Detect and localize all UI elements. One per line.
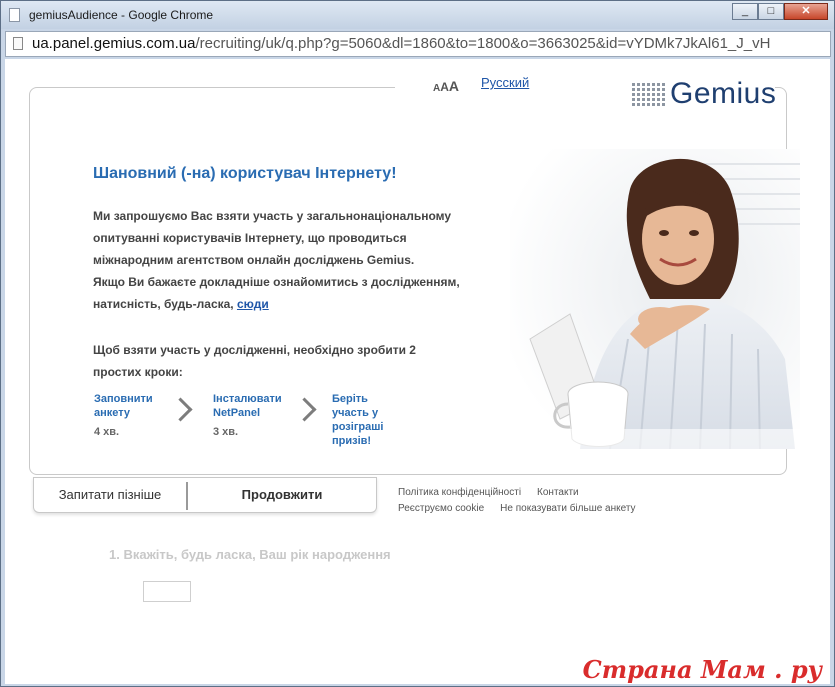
step-title: NetPanel xyxy=(213,407,261,419)
step-title: анкету xyxy=(94,407,131,419)
steps-intro-text: Щоб взяти участь у дослідженні, необхідн… xyxy=(93,339,423,383)
step-prize-draw: Беріть участь у розіграші призів! xyxy=(332,392,383,448)
step-title: Заповнити xyxy=(94,393,153,405)
logo-text: Gemius xyxy=(670,77,777,110)
intro-line: Якщо Ви бажаєте докладніше ознайомитись … xyxy=(93,275,460,289)
site-watermark: Страна Мам . ру xyxy=(582,655,822,684)
contacts-link[interactable]: Контакти xyxy=(537,487,579,498)
close-button[interactable]: ✕ xyxy=(784,3,828,20)
url-text[interactable]: ua.panel.gemius.com.ua/recruiting/uk/q.p… xyxy=(32,35,770,52)
steps-intro-line: Щоб взяти участь у дослідженні, необхідн… xyxy=(93,343,416,357)
step-title: Інсталювати xyxy=(213,393,282,405)
page-heading: Шановний (-на) користувач Інтернету! xyxy=(93,165,397,182)
gemius-logo: Gemius xyxy=(632,77,792,111)
step-title: розіграші xyxy=(332,421,384,433)
intro-text: Ми запрошуємо Вас взяти участь у загальн… xyxy=(93,205,483,315)
intro-line: натисність, будь-ласка, xyxy=(93,297,237,311)
action-buttons: Запитати пізніше Продовжити xyxy=(33,477,377,513)
footer-links: Політика конфіденційності Контакти Реєстр… xyxy=(398,485,652,517)
font-large-button[interactable]: A xyxy=(449,78,459,94)
font-medium-button[interactable]: A xyxy=(440,80,449,94)
url-path: /recruiting/uk/q.php?g=5060&dl=1860&to=1… xyxy=(195,35,771,52)
maximize-button[interactable]: □ xyxy=(758,3,784,20)
intro-line-with-link: натисність, будь-ласка, сюди xyxy=(93,293,483,315)
step-title: призів! xyxy=(332,435,372,447)
intro-line: міжнародним агентством онлайн досліджень… xyxy=(93,253,415,267)
minimize-button[interactable]: _ xyxy=(732,3,758,20)
birth-year-input[interactable] xyxy=(143,581,191,602)
steps-intro-line: простих кроки: xyxy=(93,365,183,379)
hide-survey-link[interactable]: Не показувати більше анкету xyxy=(500,503,635,514)
woman-photo xyxy=(510,149,800,449)
window-controls: _ □ ✕ xyxy=(732,3,828,21)
ask-later-button[interactable]: Запитати пізніше xyxy=(34,478,186,512)
address-bar[interactable]: ua.panel.gemius.com.ua/recruiting/uk/q.p… xyxy=(5,31,831,57)
details-link[interactable]: сюди xyxy=(237,297,269,311)
language-link-russian[interactable]: Русский xyxy=(481,75,529,90)
intro-line: Ми запрошуємо Вас взяти участь у загальн… xyxy=(93,209,452,223)
window-title: gemiusAudience - Google Chrome xyxy=(29,8,214,22)
browser-window: gemiusAudience - Google Chrome _ □ ✕ ua.… xyxy=(0,0,835,687)
step-title: Беріть xyxy=(332,393,368,405)
intro-line: опитуванні користувачів Інтернету, що пр… xyxy=(93,231,407,245)
step-title: участь у xyxy=(332,407,379,419)
step-install-netpanel: Інсталювати NetPanel 3 хв. xyxy=(213,392,282,439)
page-icon xyxy=(9,8,20,22)
step-time: 3 хв. xyxy=(213,426,239,438)
continue-button[interactable]: Продовжити xyxy=(188,478,376,512)
privacy-policy-link[interactable]: Політика конфіденційності xyxy=(398,487,521,498)
title-bar: gemiusAudience - Google Chrome _ □ ✕ xyxy=(1,1,834,29)
cookie-link[interactable]: Реєструємо cookie xyxy=(398,503,484,514)
step-fill-survey: Заповнити анкету 4 хв. xyxy=(94,392,153,439)
url-host: ua.panel.gemius.com.ua xyxy=(32,35,196,52)
step-time: 4 хв. xyxy=(94,426,120,438)
font-size-switcher[interactable]: AAA xyxy=(433,78,459,96)
document-icon xyxy=(13,37,23,50)
logo-bars-icon xyxy=(632,83,666,107)
page-viewport: AAA Русский Gemius Шановний (-на) корист… xyxy=(5,59,830,684)
birth-year-question: 1. Вкажіть, будь ласка, Ваш рік народжен… xyxy=(109,547,391,562)
